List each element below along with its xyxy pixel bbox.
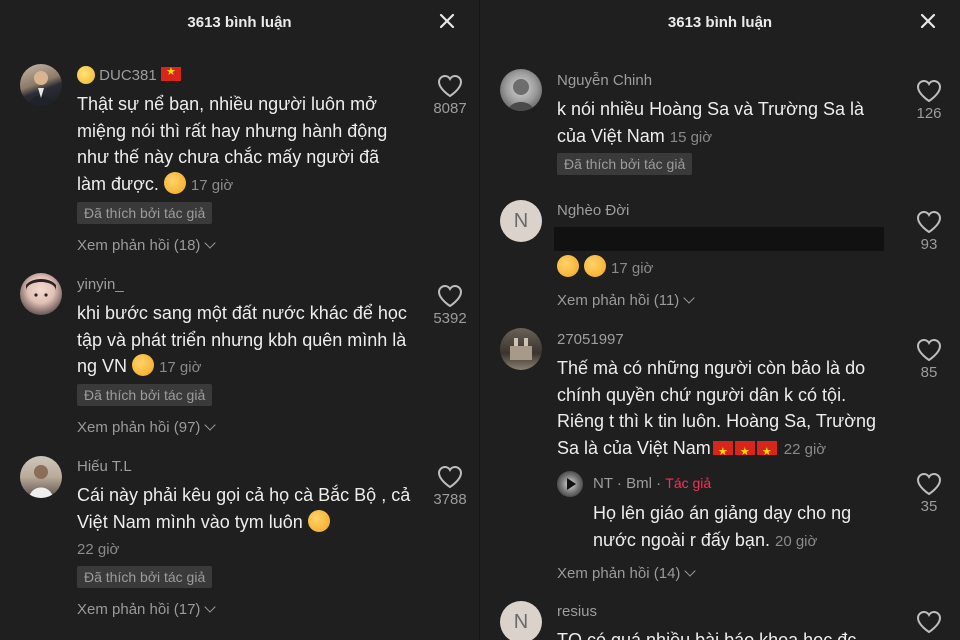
like-count: 85 <box>920 364 938 381</box>
comment-time: 22 giờ <box>77 541 120 558</box>
like-count: 126 <box>916 105 942 122</box>
comment-username[interactable]: resius <box>557 603 597 620</box>
comment-time: 20 giờ <box>774 532 818 550</box>
comment-text: 17 giờ <box>557 254 892 283</box>
vietnam-flag-icon <box>734 439 755 465</box>
comment-time: 17 giờ <box>190 176 234 194</box>
close-icon[interactable] <box>918 11 938 31</box>
smiling-face-with-hearts-icon <box>132 354 155 376</box>
redacted-comment-text <box>554 227 884 251</box>
chevron-down-icon <box>684 565 697 577</box>
avatar[interactable]: N <box>500 601 542 640</box>
view-replies-button[interactable]: Xem phản hồi (18) <box>77 237 217 254</box>
heart-outline-icon <box>437 74 463 98</box>
comments-count-title: 3613 bình luận <box>187 13 292 31</box>
chevron-down-icon <box>204 237 217 249</box>
like-button[interactable]: 5392 <box>420 284 479 327</box>
heart-outline-icon <box>437 284 463 308</box>
comment-text: k nói nhiều Hoàng Sa và Trường Sa là của… <box>557 99 865 146</box>
like-button[interactable]: 3788 <box>420 465 479 508</box>
heart-outline-icon <box>916 610 942 634</box>
comment-text: khi bước sang một đất nước khác để học t… <box>77 303 407 376</box>
comment-time: 17 giờ <box>159 359 202 376</box>
avatar[interactable] <box>20 456 62 498</box>
comment-text: TQ có quá nhiều bài báo khoa học đc <box>557 630 857 640</box>
liked-by-creator-badge: Đã thích bởi tác giả <box>557 153 693 175</box>
comment-text: Thật sự nể bạn, nhiều người luôn mở miện… <box>77 94 388 194</box>
comment-username[interactable]: Nguyễn Chinh <box>557 72 652 89</box>
like-button[interactable]: 85 <box>899 338 959 381</box>
chevron-down-icon <box>204 419 217 431</box>
heart-outline-icon <box>916 338 942 362</box>
tears-of-joy-emoji-icon <box>584 255 607 277</box>
liked-by-creator-badge: Đã thích bởi tác giả <box>77 202 213 224</box>
view-replies-button[interactable]: Xem phản hồi (11) <box>557 292 695 309</box>
chevron-down-icon <box>204 601 217 613</box>
rolling-eyes-emoji-icon <box>77 66 95 84</box>
like-button[interactable]: 93 <box>899 210 959 253</box>
comment-username[interactable]: Hiếu T.L <box>77 458 132 475</box>
author-tag: Tác giả <box>665 475 712 491</box>
vietnam-flag-icon <box>160 65 181 81</box>
liked-by-creator-badge: Đã thích bởi tác giả <box>77 384 213 406</box>
comments-count-title: 3613 bình luận <box>667 13 773 31</box>
comments-panel-left: 3613 bình luận DUC381 Thật sự nể bạn, nh… <box>0 0 480 640</box>
like-count: 93 <box>920 236 938 253</box>
comment-text: Cái này phải kêu gọi cả họ cà Bắc Bộ , c… <box>77 485 411 558</box>
avatar[interactable] <box>20 273 62 315</box>
like-button[interactable]: 35 <box>899 472 959 515</box>
smiling-face-with-hearts-icon <box>163 171 186 194</box>
like-count: 3788 <box>433 491 467 508</box>
comment-time: 17 giờ <box>611 260 654 277</box>
comment-username[interactable]: DUC381 <box>77 65 183 84</box>
comment-username[interactable]: yinyin_ <box>77 276 124 293</box>
view-replies-button[interactable]: Xem phản hồi (17) <box>77 601 217 618</box>
grinning-sweat-emoji-icon <box>307 509 330 532</box>
reply-text: Họ lên giáo án giảng dạy cho ng nước ngo… <box>593 503 852 550</box>
view-replies-button[interactable]: Xem phản hồi (14) <box>557 565 697 582</box>
comment-time: 15 giờ <box>669 128 713 146</box>
view-replies-button[interactable]: Xem phản hồi (97) <box>77 419 217 436</box>
heart-outline-icon <box>916 210 942 234</box>
like-button[interactable] <box>899 610 959 634</box>
comment-text: Thế mà có những người còn bảo là do chín… <box>557 355 892 465</box>
liked-by-creator-badge: Đã thích bởi tác giả <box>77 566 213 588</box>
comment-username[interactable]: Nghèo Đời <box>557 202 629 219</box>
comments-header: 3613 bình luận <box>0 0 479 44</box>
avatar[interactable] <box>557 471 583 497</box>
avatar[interactable]: N <box>500 200 542 242</box>
heart-outline-icon <box>437 465 463 489</box>
avatar[interactable] <box>500 328 542 370</box>
like-count: 5392 <box>433 310 467 327</box>
heart-outline-icon <box>916 472 942 496</box>
vietnam-flag-icon <box>712 439 733 465</box>
comment-time: 22 giờ <box>783 440 827 458</box>
avatar[interactable] <box>20 64 62 106</box>
like-button[interactable]: 8087 <box>420 74 479 117</box>
comments-panel-right: 3613 bình luận Nguyễn Chinh k nói nhiều … <box>480 0 960 640</box>
vietnam-flag-icon <box>756 439 777 465</box>
like-button[interactable]: 126 <box>899 79 959 122</box>
avatar[interactable] <box>500 69 542 111</box>
heart-outline-icon <box>916 79 942 103</box>
reply-username[interactable]: NT · Bml · Tác giả <box>593 475 711 492</box>
comment-username[interactable]: 27051997 <box>557 331 624 348</box>
chevron-down-icon <box>683 292 695 304</box>
comments-header: 3613 bình luận <box>480 0 960 44</box>
like-count: 35 <box>920 498 938 515</box>
tears-of-joy-emoji-icon <box>557 255 579 277</box>
close-icon[interactable] <box>437 11 457 31</box>
like-count: 8087 <box>433 100 467 117</box>
